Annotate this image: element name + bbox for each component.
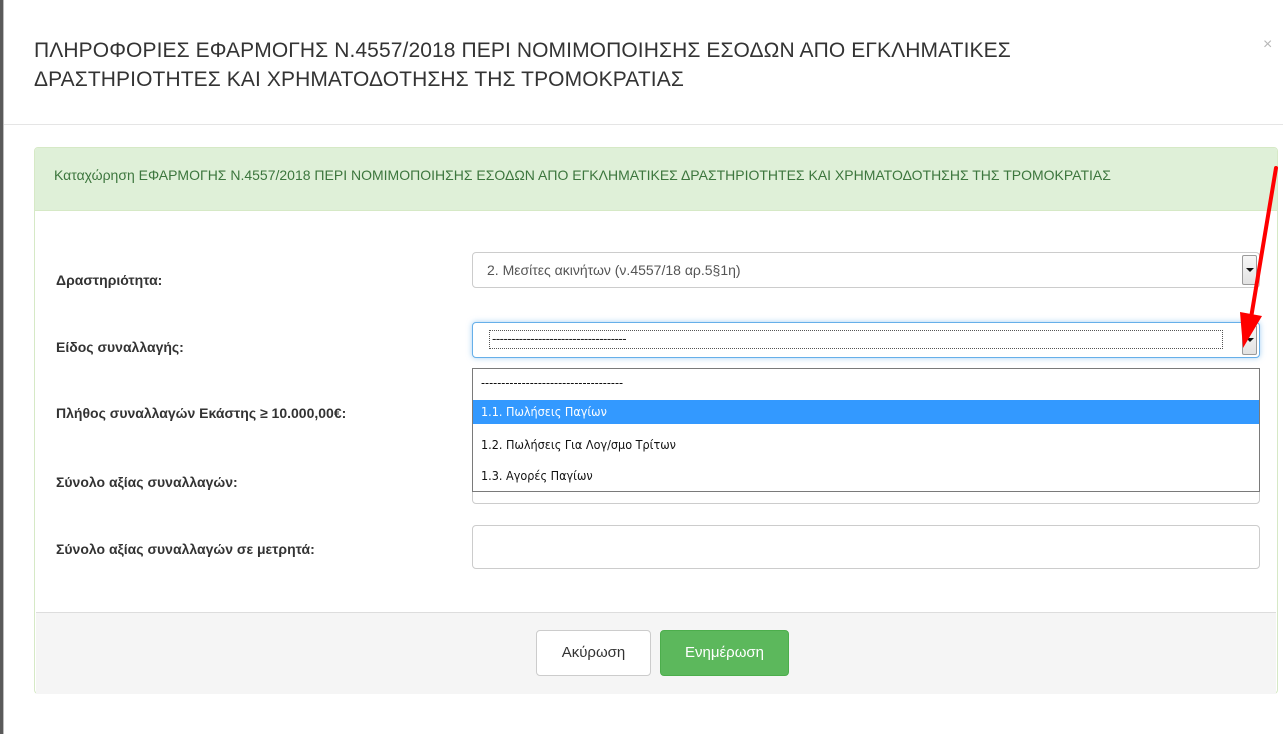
modal-dialog: ΠΛΗΡΟΦΟΡΙΕΣ ΕΦΑΡΜΟΓΗΣ Ν.4557/2018 ΠΕΡΙ Ν… [4, 0, 1283, 734]
chevron-down-icon[interactable] [1242, 255, 1257, 285]
transaction-type-label: Είδος συναλλαγής: [56, 339, 184, 355]
activity-select[interactable]: 2. Μεσίτες ακινήτων (ν.4557/18 αρ.5§1η) [472, 252, 1260, 288]
modal-title: ΠΛΗΡΟΦΟΡΙΕΣ ΕΦΑΡΜΟΓΗΣ Ν.4557/2018 ΠΕΡΙ Ν… [34, 36, 1184, 94]
panel-heading: Καταχώρηση ΕΦΑΡΜΟΓΗΣ Ν.4557/2018 ΠΕΡΙ ΝΟ… [35, 148, 1277, 211]
total-value-label: Σύνολο αξίας συναλλαγών: [56, 474, 238, 490]
transaction-count-label: Πλήθος συναλλαγών Εκάστης ≥ 10.000,00€: [56, 405, 347, 421]
transaction-type-select[interactable]: ----------------------------------- [472, 322, 1260, 358]
cancel-button[interactable]: Ακύρωση [536, 630, 651, 676]
dropdown-option[interactable]: 1.2. Πωλήσεις Για Λογ/σμο Τρίτων [473, 433, 1259, 457]
modal-title-line-1: ΠΛΗΡΟΦΟΡΙΕΣ ΕΦΑΡΜΟΓΗΣ Ν.4557/2018 ΠΕΡΙ Ν… [34, 39, 1011, 62]
transaction-type-dropdown-list: ----------------------------------- 1.1.… [472, 368, 1260, 492]
total-cash-value-input[interactable] [472, 525, 1260, 569]
total-cash-value-label: Σύνολο αξίας συναλλαγών σε μετρητά: [56, 541, 315, 557]
transaction-type-focus-ring: ----------------------------------- [489, 330, 1223, 349]
activity-label: Δραστηριότητα: [56, 272, 163, 288]
modal-title-line-2: ΔΡΑΣΤΗΡΙΟΤΗΤΕΣ ΚΑΙ ΧΡΗΜΑΤΟΔΟΤΗΣΗΣ ΤΗΣ ΤΡ… [34, 68, 684, 91]
chevron-down-icon[interactable] [1242, 325, 1257, 355]
transaction-type-select-value: ----------------------------------- [492, 331, 627, 346]
dropdown-option[interactable]: 1.3. Αγορές Παγίων [473, 464, 1259, 488]
panel-heading-text: Καταχώρηση ΕΦΑΡΜΟΓΗΣ Ν.4557/2018 ΠΕΡΙ ΝΟ… [54, 167, 1111, 183]
dropdown-option-selected[interactable]: 1.1. Πωλήσεις Παγίων [473, 400, 1259, 424]
close-icon[interactable]: × [1263, 36, 1272, 54]
activity-select-value: 2. Μεσίτες ακινήτων (ν.4557/18 αρ.5§1η) [487, 262, 741, 278]
dropdown-option[interactable]: ----------------------------------- [473, 371, 1259, 395]
header-divider [4, 124, 1283, 125]
modal-footer: Ακύρωση Ενημέρωση [36, 612, 1276, 694]
update-button[interactable]: Ενημέρωση [660, 630, 789, 676]
